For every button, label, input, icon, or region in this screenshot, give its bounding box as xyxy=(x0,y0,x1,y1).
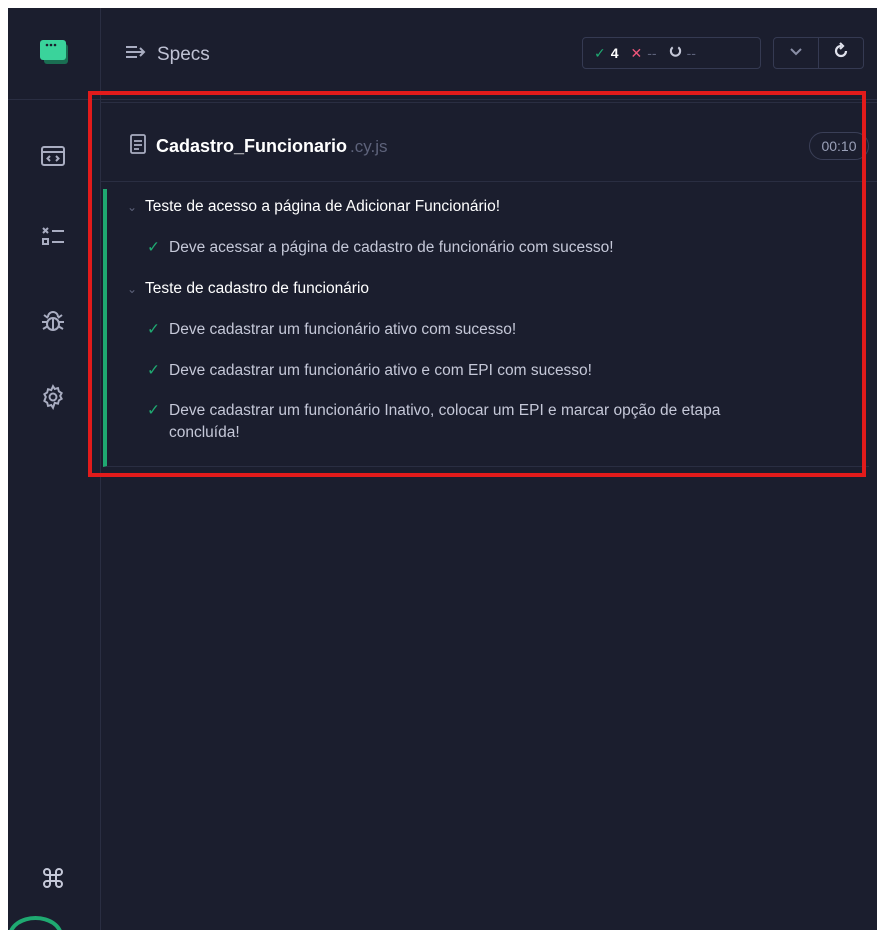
refresh-icon xyxy=(832,41,850,65)
annotation-highlight-box xyxy=(88,91,866,477)
run-controls xyxy=(773,37,864,69)
pending-circle-icon xyxy=(669,45,682,61)
passed-count: 4 xyxy=(610,45,619,61)
x-icon: ✕ xyxy=(630,44,643,61)
specs-title: Specs xyxy=(157,44,210,65)
bug-icon[interactable] xyxy=(37,306,69,338)
browser-code-icon[interactable] xyxy=(37,140,69,172)
logo-area xyxy=(8,8,101,100)
specs-toggle[interactable]: Specs xyxy=(125,44,210,66)
failed-stat: ✕ -- xyxy=(631,45,657,62)
expand-list-icon xyxy=(125,44,147,66)
rerun-button[interactable] xyxy=(818,38,863,68)
gear-icon[interactable] xyxy=(37,381,69,413)
test-list-icon[interactable] xyxy=(37,221,69,253)
run-stats: ✓ 4 ✕ -- -- xyxy=(582,37,761,69)
pending-count: -- xyxy=(686,45,696,61)
pending-stat: -- xyxy=(669,45,696,61)
check-icon: ✓ xyxy=(594,44,606,61)
cypress-logo-icon[interactable] xyxy=(40,38,72,73)
failed-count: -- xyxy=(647,45,657,61)
command-key-icon[interactable] xyxy=(37,862,69,894)
chevron-down-icon xyxy=(789,44,803,62)
passed-stat: ✓ 4 xyxy=(594,45,619,62)
top-bar: Specs ✓ 4 ✕ -- -- xyxy=(101,8,877,100)
collapse-all-button[interactable] xyxy=(774,38,818,68)
